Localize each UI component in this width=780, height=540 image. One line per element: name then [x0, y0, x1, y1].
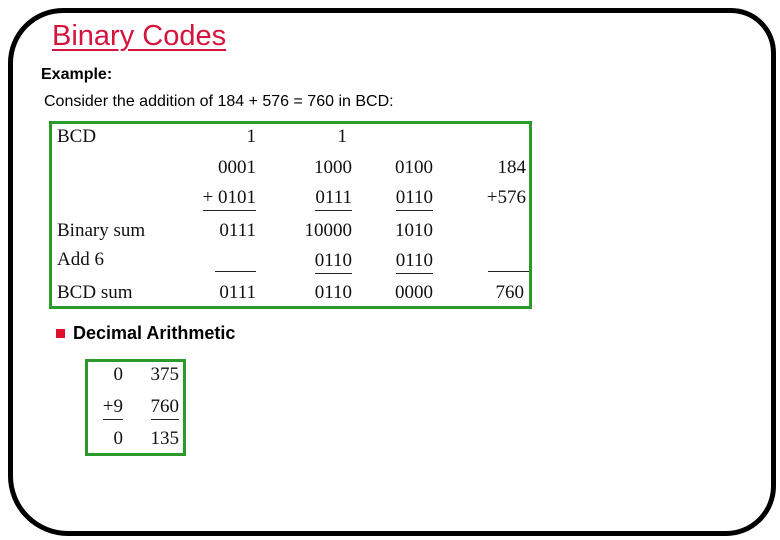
table-cell: 0111: [315, 187, 352, 211]
table-cell: 0: [113, 364, 124, 385]
sum-rule: [215, 271, 256, 272]
row-label: BCD: [57, 126, 97, 147]
section-bullet: Decimal Arithmetic: [56, 323, 235, 344]
table-cell: 0110: [314, 282, 352, 303]
table-cell: 10000: [304, 220, 353, 241]
table-cell: 0110: [395, 187, 433, 211]
example-description: Consider the addition of 184 + 576 = 760…: [44, 93, 394, 110]
table-cell: 135: [150, 428, 180, 449]
row-label: Add 6: [57, 249, 104, 270]
square-bullet-icon: [56, 329, 65, 338]
slide-title: Binary Codes: [52, 20, 227, 52]
table-cell: 375: [150, 364, 180, 385]
table-cell: 0100: [395, 157, 433, 178]
table-cell: 0001: [218, 157, 256, 178]
table-cell: +576: [486, 187, 526, 208]
table-cell: 0110: [395, 250, 433, 274]
table-cell: 1010: [395, 220, 433, 241]
table-cell: 1: [246, 126, 257, 147]
table-cell: 760: [150, 396, 179, 420]
section-heading: Decimal Arithmetic: [73, 323, 236, 343]
table-cell: + 0101: [202, 187, 256, 211]
table-cell: 1000: [314, 157, 352, 178]
row-label: BCD sum: [57, 282, 133, 303]
row-label: Binary sum: [57, 220, 146, 241]
table-cell: 0110: [314, 250, 352, 274]
table-cell: 0000: [395, 282, 433, 303]
table-cell: 1: [337, 126, 348, 147]
decimal-arithmetic-table: 0 375 +9 760 0 135: [85, 359, 186, 456]
bcd-addition-table: BCD 1 1 0001 1000 0100 184 + 0101 0111 0…: [49, 121, 532, 309]
sum-rule: [488, 271, 529, 272]
table-cell: 760: [495, 282, 525, 303]
example-label: Example:: [41, 66, 113, 83]
table-cell: 0111: [219, 282, 256, 303]
table-cell: 0: [113, 428, 124, 449]
table-cell: 0111: [219, 220, 256, 241]
table-cell: 184: [497, 157, 527, 178]
table-cell: +9: [102, 396, 123, 420]
